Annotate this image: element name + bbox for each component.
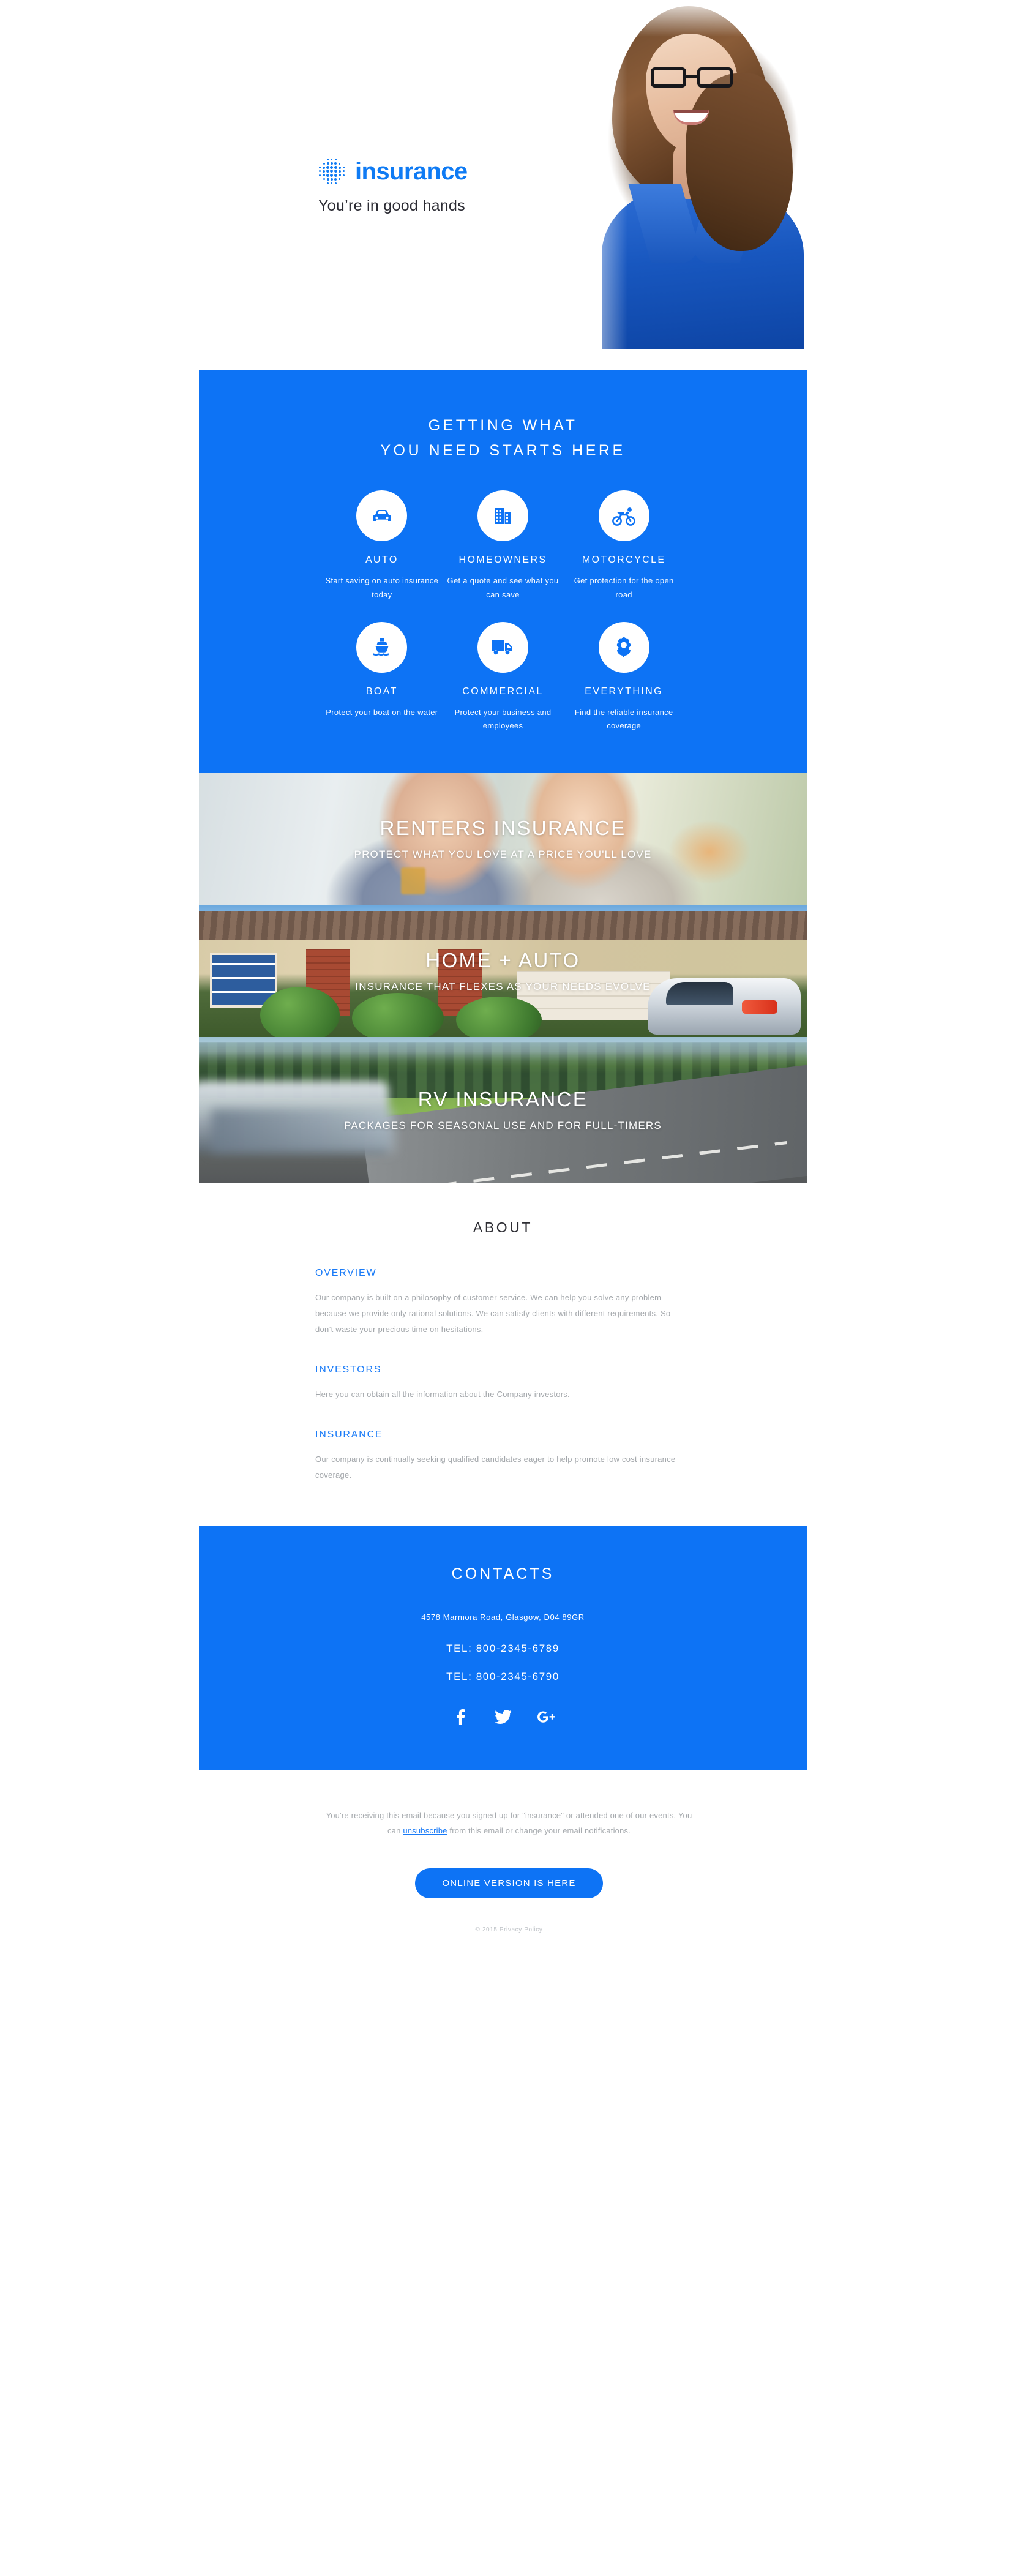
brand-tagline: You’re in good hands bbox=[318, 197, 465, 214]
building-icon bbox=[477, 490, 528, 541]
social-links bbox=[199, 1709, 807, 1726]
twitter-icon[interactable] bbox=[494, 1709, 512, 1726]
google-plus-icon[interactable] bbox=[537, 1709, 555, 1726]
facebook-icon[interactable] bbox=[452, 1709, 469, 1726]
banner-title: RENTERS INSURANCE bbox=[380, 817, 626, 839]
service-card-everything[interactable]: EVERYTHING Find the reliable insurance c… bbox=[563, 621, 684, 734]
footer-note: You're receiving this email because you … bbox=[326, 1808, 693, 1839]
service-card-motorcycle[interactable]: MOTORCYCLE Get protection for the open r… bbox=[563, 490, 684, 602]
glasses-icon bbox=[647, 67, 738, 88]
banner-subtitle: PROTECT WHAT YOU LOVE AT A PRICE YOU'LL … bbox=[354, 848, 652, 860]
banner-subtitle: PACKAGES FOR SEASONAL USE AND FOR FULL-T… bbox=[344, 1120, 662, 1131]
brand-block: insurance You’re in good hands bbox=[318, 158, 468, 215]
contacts-section: CONTACTS 4578 Marmora Road, Glasgow, D04… bbox=[199, 1526, 807, 1770]
about-heading-overview: OVERVIEW bbox=[315, 1268, 377, 1278]
about-title: ABOUT bbox=[473, 1219, 533, 1235]
truck-icon bbox=[477, 621, 528, 673]
dot-grid-icon bbox=[318, 158, 345, 185]
contacts-tel-1[interactable]: TEL: 800-2345-6789 bbox=[199, 1642, 807, 1655]
hero-photo-woman bbox=[554, 0, 811, 349]
services-title-line1: GETTING WHAT bbox=[428, 417, 578, 434]
service-card-boat[interactable]: BOAT Protect your boat on the water bbox=[321, 621, 443, 734]
services-section: GETTING WHAT YOU NEED STARTS HERE AUTO S… bbox=[199, 370, 807, 773]
brand-name: insurance bbox=[355, 158, 468, 185]
contacts-tel-2[interactable]: TEL: 800-2345-6790 bbox=[199, 1671, 807, 1683]
service-label: AUTO bbox=[365, 555, 399, 565]
service-desc: Start saving on auto insurance today bbox=[325, 576, 439, 599]
service-label: COMMERCIAL bbox=[462, 686, 544, 697]
car-icon bbox=[356, 490, 408, 541]
banner-title: HOME + AUTO bbox=[425, 949, 580, 972]
about-body-overview: Our company is built on a philosophy of … bbox=[315, 1293, 671, 1334]
about-section: ABOUT OVERVIEW Our company is built on a… bbox=[199, 1183, 807, 1526]
banner-home-auto[interactable]: HOME + AUTO INSURANCE THAT FLEXES AS YOU… bbox=[199, 905, 807, 1037]
about-heading-insurance: INSURANCE bbox=[315, 1429, 383, 1440]
header: insurance You’re in good hands bbox=[0, 0, 1018, 370]
service-label: BOAT bbox=[365, 686, 398, 697]
banner-title: RV INSURANCE bbox=[417, 1088, 588, 1110]
service-desc: Get a quote and see what you can save bbox=[447, 576, 559, 599]
service-desc: Get protection for the open road bbox=[574, 576, 674, 599]
services-grid: AUTO Start saving on auto insurance toda… bbox=[199, 490, 807, 733]
service-desc: Protect your business and employees bbox=[454, 707, 552, 731]
banner-rv[interactable]: RV INSURANCE PACKAGES FOR SEASONAL USE A… bbox=[199, 1037, 807, 1183]
about-body-investors: Here you can obtain all the information … bbox=[315, 1390, 570, 1399]
service-label: EVERYTHING bbox=[585, 686, 664, 697]
motorcycle-icon bbox=[598, 490, 649, 541]
boat-icon bbox=[356, 621, 408, 673]
copyright: © 2015 Privacy Policy bbox=[475, 1926, 543, 1933]
flower-icon bbox=[598, 621, 649, 673]
services-title-line2: YOU NEED STARTS HERE bbox=[380, 441, 626, 459]
footer: You're receiving this email because you … bbox=[0, 1770, 1018, 1956]
service-card-homeowners[interactable]: HOMEOWNERS Get a quote and see what you … bbox=[443, 490, 564, 602]
contacts-address: 4578 Marmora Road, Glasgow, D04 89GR bbox=[421, 1612, 585, 1622]
service-desc: Protect your boat on the water bbox=[326, 707, 438, 717]
contacts-title: CONTACTS bbox=[451, 1565, 555, 1582]
service-card-commercial[interactable]: COMMERCIAL Protect your business and emp… bbox=[443, 621, 564, 734]
service-card-auto[interactable]: AUTO Start saving on auto insurance toda… bbox=[321, 490, 443, 602]
email-page: insurance You’re in good hands GETTING W… bbox=[0, 0, 1018, 1956]
about-heading-investors: INVESTORS bbox=[315, 1365, 382, 1375]
about-body-insurance: Our company is continually seeking quali… bbox=[315, 1455, 676, 1480]
service-label: MOTORCYCLE bbox=[582, 555, 666, 565]
unsubscribe-link[interactable]: unsubscribe bbox=[403, 1826, 447, 1835]
banner-renters[interactable]: RENTERS INSURANCE PROTECT WHAT YOU LOVE … bbox=[199, 773, 807, 905]
online-version-button[interactable]: ONLINE VERSION IS HERE bbox=[415, 1868, 603, 1898]
service-label: HOMEOWNERS bbox=[458, 555, 547, 565]
service-desc: Find the reliable insurance coverage bbox=[574, 707, 673, 731]
services-title: GETTING WHAT YOU NEED STARTS HERE bbox=[199, 413, 807, 463]
banner-subtitle: INSURANCE THAT FLEXES AS YOUR NEEDS EVOL… bbox=[355, 981, 651, 992]
footer-note-part2: from this email or change your email not… bbox=[447, 1826, 631, 1836]
